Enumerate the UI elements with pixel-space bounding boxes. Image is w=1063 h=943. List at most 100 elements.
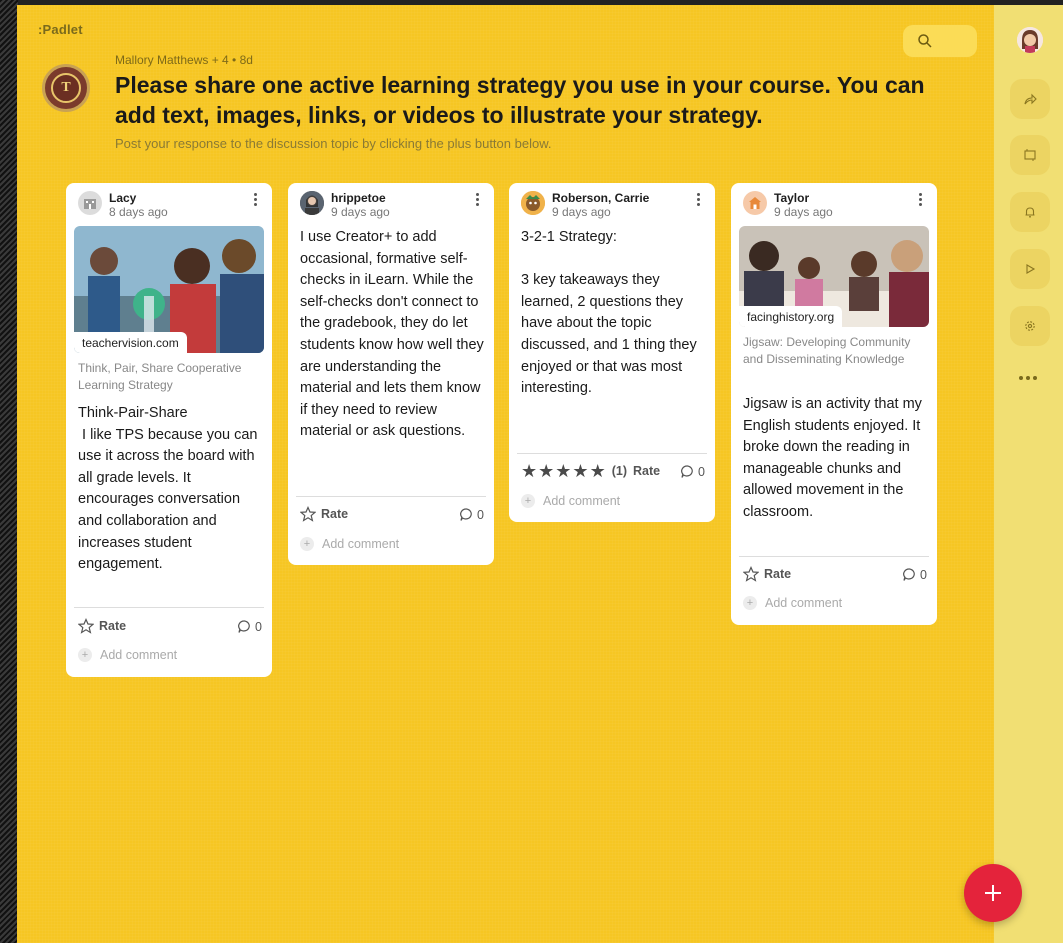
post-card[interactable]: Taylor 9 days ago facinghistory.org Jigs… xyxy=(731,183,937,625)
remake-button[interactable] xyxy=(1010,135,1050,175)
divider xyxy=(296,496,486,497)
plus-icon xyxy=(985,885,1001,901)
comment-icon xyxy=(903,568,915,581)
post-header: Roberson, Carrie 9 days ago xyxy=(521,191,707,221)
plus-icon: + xyxy=(300,537,314,551)
settings-button[interactable] xyxy=(1010,306,1050,346)
divider xyxy=(739,556,929,557)
post-time: 9 days ago xyxy=(552,205,611,219)
link-domain: facinghistory.org xyxy=(739,306,843,327)
post-body: 3-2-1 Strategy: 3 key takeaways they lea… xyxy=(521,229,697,397)
star-filled-icon[interactable]: ★ xyxy=(555,462,571,480)
comment-count[interactable]: 0 xyxy=(459,507,484,522)
slideshow-button[interactable] xyxy=(1010,249,1050,289)
padlet-logo[interactable]: :Padlet xyxy=(38,22,83,37)
seal-emblem-icon: T xyxy=(51,73,81,103)
avatar[interactable] xyxy=(300,191,324,215)
plus-icon: + xyxy=(743,596,757,610)
user-photo-icon xyxy=(300,191,324,215)
post-time: 9 days ago xyxy=(331,205,390,219)
board-meta: Mallory Matthews + 4 • 8d xyxy=(115,53,253,67)
divider xyxy=(517,453,707,454)
post-author: Taylor xyxy=(774,191,810,205)
rate-label[interactable]: Rate xyxy=(633,464,660,478)
character-avatar-icon xyxy=(521,191,545,215)
play-icon xyxy=(1026,264,1036,274)
avatar[interactable] xyxy=(743,191,767,215)
star-filled-icon[interactable]: ★ xyxy=(521,462,537,480)
comment-icon xyxy=(681,465,693,478)
post-card[interactable]: hrippetoe 9 days ago I use Creator+ to a… xyxy=(288,183,494,565)
comment-count[interactable]: 0 xyxy=(237,619,262,634)
more-icon[interactable] xyxy=(1019,376,1037,380)
search-icon xyxy=(918,34,932,48)
search-button[interactable] xyxy=(903,25,977,57)
comment-count[interactable]: 0 xyxy=(902,567,927,582)
avatar[interactable] xyxy=(78,191,102,215)
rate-label: Rate xyxy=(764,567,792,581)
remake-icon xyxy=(1024,149,1036,161)
board-avatar[interactable]: T xyxy=(42,64,90,112)
star-filled-icon[interactable]: ★ xyxy=(590,462,606,480)
star-outline-icon xyxy=(743,566,759,582)
post-header: hrippetoe 9 days ago xyxy=(300,191,486,221)
star-outline-icon xyxy=(300,506,316,522)
house-icon xyxy=(749,197,761,209)
star-filled-icon[interactable]: ★ xyxy=(572,462,588,480)
post-card[interactable]: Roberson, Carrie 9 days ago 3-2-1 Strate… xyxy=(509,183,715,522)
notifications-button[interactable] xyxy=(1010,192,1050,232)
user-avatar-icon xyxy=(1017,27,1043,53)
link-domain: teachervision.com xyxy=(74,332,187,353)
post-time: 8 days ago xyxy=(109,205,168,219)
rating-count: (1) xyxy=(611,464,627,478)
share-icon xyxy=(1024,93,1037,105)
add-post-button[interactable] xyxy=(964,864,1022,922)
link-title[interactable]: Think, Pair, Share Cooperative Learning … xyxy=(78,360,264,394)
desktop-background xyxy=(0,0,18,943)
add-comment-field[interactable]: + Add comment xyxy=(300,537,399,551)
rate-button[interactable]: Rate xyxy=(300,506,348,522)
board-title: Please share one active learning strateg… xyxy=(115,72,925,128)
post-menu-button[interactable] xyxy=(472,193,482,209)
app-frame: :Padlet T Mallory Matthews + 4 • 8d Plea… xyxy=(0,0,1063,943)
board-description: Post your response to the discussion top… xyxy=(115,136,552,151)
add-comment-field[interactable]: + Add comment xyxy=(521,494,620,508)
plus-icon: + xyxy=(78,648,92,662)
rate-button[interactable]: Rate xyxy=(743,566,791,582)
post-body: Jigsaw is an activity that my English st… xyxy=(743,396,926,520)
post-image[interactable]: facinghistory.org xyxy=(739,226,929,327)
star-outline-icon xyxy=(78,618,94,634)
post-author: Roberson, Carrie xyxy=(552,191,650,205)
post-menu-button[interactable] xyxy=(250,193,260,209)
rate-label: Rate xyxy=(321,507,349,521)
post-author: hrippetoe xyxy=(331,191,386,205)
comment-icon xyxy=(238,620,250,633)
divider xyxy=(74,607,264,608)
avatar[interactable] xyxy=(521,191,545,215)
add-comment-field[interactable]: + Add comment xyxy=(743,596,842,610)
post-time: 9 days ago xyxy=(774,205,833,219)
share-button[interactable] xyxy=(1010,79,1050,119)
post-image[interactable]: teachervision.com xyxy=(74,226,264,353)
post-card[interactable]: Lacy 8 days ago teachervision.com Think,… xyxy=(66,183,272,677)
post-header: Taylor 9 days ago xyxy=(743,191,929,221)
comment-icon xyxy=(460,508,472,521)
post-menu-button[interactable] xyxy=(693,193,703,209)
post-author: Lacy xyxy=(109,191,137,205)
user-avatar[interactable] xyxy=(1017,27,1043,53)
add-comment-field[interactable]: + Add comment xyxy=(78,648,177,662)
bell-icon xyxy=(1025,207,1035,218)
star-filled-icon[interactable]: ★ xyxy=(538,462,554,480)
post-menu-button[interactable] xyxy=(915,193,925,209)
post-body: I use Creator+ to add occasional, format… xyxy=(300,229,488,440)
rate-button[interactable]: Rate xyxy=(78,618,126,634)
settings-icon xyxy=(1025,321,1035,331)
plus-icon: + xyxy=(521,494,535,508)
link-title[interactable]: Jigsaw: Developing Community and Dissemi… xyxy=(743,334,929,368)
rate-label: Rate xyxy=(99,619,127,633)
comment-count[interactable]: 0 xyxy=(680,464,705,479)
star-rating[interactable]: ★ ★ ★ ★ ★ (1) Rate xyxy=(521,462,660,480)
post-header: Lacy 8 days ago xyxy=(78,191,264,221)
building-icon xyxy=(84,199,96,209)
post-body: Think-Pair-Share I like TPS because you … xyxy=(78,405,258,573)
